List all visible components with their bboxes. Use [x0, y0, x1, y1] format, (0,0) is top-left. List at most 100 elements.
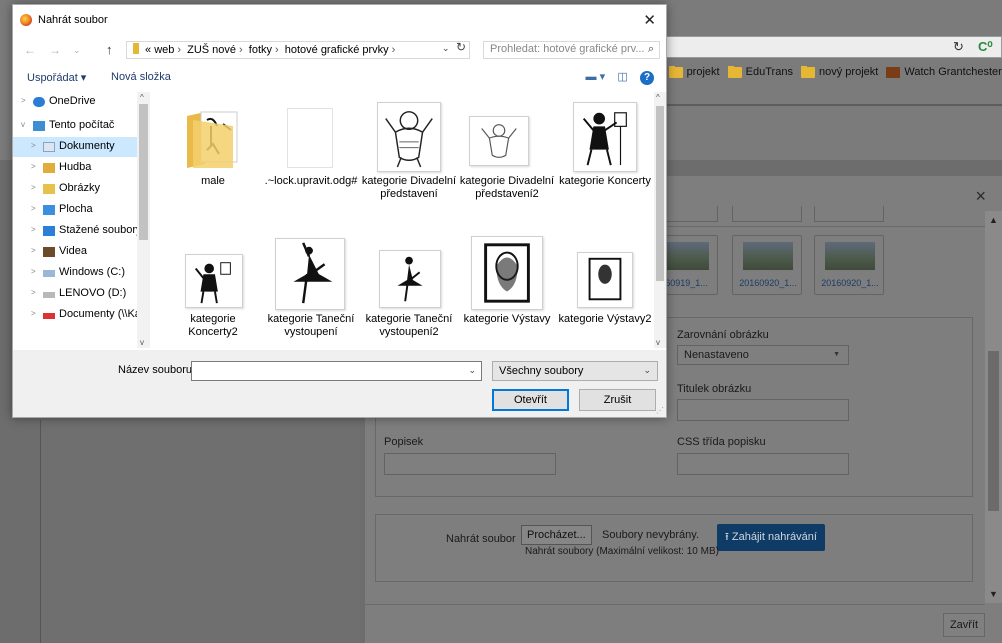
expand-chevron-icon[interactable]: >	[31, 204, 36, 213]
browse-button[interactable]: Procházet...	[521, 525, 592, 545]
cancel-button[interactable]: Zrušit	[579, 389, 656, 411]
caption-input[interactable]	[384, 453, 556, 475]
chevron-right-icon[interactable]: ›	[177, 44, 181, 56]
folder-icon	[187, 111, 238, 168]
caption-title-input[interactable]	[677, 399, 849, 421]
thumbnail-item[interactable]: 20160920_1...	[732, 235, 802, 295]
bookmark-item[interactable]: projekt	[668, 66, 720, 78]
file-item-folder[interactable]: male	[165, 92, 261, 214]
help-icon[interactable]: ?	[640, 71, 654, 85]
file-list-scrollbar[interactable]: ^ v	[654, 92, 666, 348]
align-select[interactable]: Nenastaveno ▼	[677, 345, 849, 365]
expand-chevron-icon[interactable]: >	[31, 267, 36, 276]
open-button[interactable]: Otevřít	[492, 389, 569, 411]
address-bar[interactable]: ↻ C⁰	[655, 36, 1002, 58]
file-item-image[interactable]: kategorie Koncerty2	[165, 230, 261, 348]
nav-item-documents[interactable]: > Dokumenty	[13, 137, 137, 157]
thumbnail-box[interactable]	[814, 206, 884, 222]
nav-item-this-pc[interactable]: v Tento počítač	[13, 116, 137, 136]
scroll-up-icon[interactable]: ▲	[989, 215, 998, 225]
preview-pane-icon[interactable]: ◫	[617, 71, 627, 83]
bookmark-item[interactable]: nový projekt	[801, 66, 878, 78]
breadcrumb-overflow[interactable]: «	[145, 44, 151, 56]
collapse-chevron-icon[interactable]: v	[21, 120, 25, 129]
folder-icon	[801, 66, 816, 78]
new-folder-button[interactable]: Nová složka	[111, 71, 171, 83]
scroll-up-icon[interactable]: ^	[140, 93, 144, 102]
breadcrumb-item[interactable]: hotové grafické prvky	[285, 44, 389, 56]
chevron-right-icon[interactable]: ›	[392, 44, 396, 56]
scroll-up-icon[interactable]: ^	[656, 93, 660, 102]
expand-chevron-icon[interactable]: >	[31, 288, 36, 297]
scrollbar-thumb[interactable]	[988, 351, 999, 511]
recent-locations-icon[interactable]: ⌄	[73, 45, 81, 56]
nav-item-network-drive[interactable]: > Documenty (\\Ka	[13, 305, 137, 325]
thumbnail-item[interactable]: 20160920_1...	[814, 235, 884, 295]
nav-item-drive-d[interactable]: > LENOVO (D:)	[13, 284, 137, 304]
bookmark-item[interactable]: Watch Grantchester S	[886, 66, 1002, 78]
file-item-image[interactable]: kategorie Taneční vystoupení2	[361, 230, 457, 348]
expand-chevron-icon[interactable]: >	[31, 162, 36, 171]
scrollbar-thumb[interactable]	[656, 106, 664, 281]
chevron-right-icon[interactable]: ›	[275, 44, 279, 56]
nav-item-desktop[interactable]: > Plocha	[13, 200, 137, 220]
breadcrumb-item[interactable]: ZUŠ nové	[187, 44, 236, 56]
expand-chevron-icon[interactable]: >	[31, 183, 36, 192]
forward-arrow-icon[interactable]: →	[49, 43, 61, 57]
breadcrumb[interactable]: « web › ZUŠ nové › fotky › hotové grafické …	[126, 41, 470, 59]
resize-grip-icon[interactable]: ⋰	[656, 406, 664, 415]
nav-scrollbar[interactable]: ^ v	[137, 92, 150, 348]
refresh-icon[interactable]: ↻	[456, 40, 466, 54]
back-arrow-icon[interactable]: ←	[24, 43, 36, 57]
scroll-down-icon[interactable]: v	[140, 338, 144, 347]
organize-menu[interactable]: Uspořádat ▾	[27, 71, 86, 84]
expand-chevron-icon[interactable]: >	[31, 141, 36, 150]
file-item-image[interactable]: kategorie Divadelní představení2	[459, 92, 555, 214]
up-arrow-icon[interactable]: ↑	[106, 42, 113, 57]
upload-label: Nahrát soubor	[446, 533, 516, 545]
file-item-lock[interactable]: .~lock.upravit.odg#	[263, 92, 359, 214]
file-item-image[interactable]: kategorie Výstavy2	[557, 230, 653, 348]
expand-chevron-icon[interactable]: >	[31, 309, 36, 318]
chevron-down-icon[interactable]: ⌄	[442, 43, 450, 54]
caption-css-input[interactable]	[677, 453, 849, 475]
file-item-image[interactable]: kategorie Koncerty	[557, 92, 653, 214]
scroll-down-icon[interactable]: v	[656, 338, 660, 347]
nav-item-drive-c[interactable]: > Windows (C:)	[13, 263, 137, 283]
breadcrumb-item[interactable]: fotky	[249, 44, 272, 56]
breadcrumb-item[interactable]: web	[154, 44, 174, 56]
close-icon[interactable]: ✕	[643, 11, 656, 29]
close-button[interactable]: Zavřít	[943, 613, 985, 637]
nav-item-pictures[interactable]: > Obrázky	[13, 179, 137, 199]
expand-chevron-icon[interactable]: >	[31, 225, 36, 234]
scroll-down-icon[interactable]: ▼	[989, 589, 998, 599]
nav-item-music[interactable]: > Hudba	[13, 158, 137, 178]
search-input[interactable]: Prohledat: hotové grafické prv... ⌕	[483, 41, 660, 59]
view-options-icon[interactable]: ▬ ▾	[586, 71, 606, 83]
chevron-down-icon[interactable]: ⌄	[468, 365, 476, 376]
modal-close-button[interactable]: ×	[975, 186, 986, 207]
nav-item-onedrive[interactable]: > OneDrive	[13, 92, 137, 112]
file-item-image[interactable]: kategorie Taneční vystoupení	[263, 230, 359, 348]
scrollbar-thumb[interactable]	[139, 104, 148, 240]
file-name: kategorie Výstavy2	[558, 313, 652, 325]
reload-icon[interactable]: ↻	[953, 39, 964, 55]
file-list: male .~lock.upravit.odg# kategorie Divad…	[157, 92, 654, 348]
file-item-image[interactable]: kategorie Výstavy	[459, 230, 555, 348]
expand-chevron-icon[interactable]: >	[21, 96, 26, 105]
filetype-select[interactable]: Všechny soubory ⌄	[492, 361, 658, 381]
drawing-thumbnail	[469, 116, 529, 166]
file-item-image[interactable]: kategorie Divadelní představení	[361, 92, 457, 214]
start-upload-button[interactable]: ⭱ Zahájit nahrávání	[717, 524, 825, 551]
filename-input[interactable]: ⌄	[191, 361, 482, 381]
nav-item-downloads[interactable]: > Stažené soubory	[13, 221, 137, 241]
nav-item-videos[interactable]: > Videa	[13, 242, 137, 262]
thumbnail-box[interactable]	[732, 206, 802, 222]
expand-chevron-icon[interactable]: >	[31, 246, 36, 255]
bookmark-item[interactable]: EduTrans	[727, 66, 793, 78]
chevron-right-icon[interactable]: ›	[239, 44, 243, 56]
modal-scrollbar[interactable]: ▲ ▼	[985, 211, 1002, 603]
nav-item-label: Obrázky	[59, 182, 100, 194]
dialog-titlebar[interactable]: Nahrát soubor ✕	[13, 5, 666, 35]
extension-icon[interactable]: C⁰	[978, 39, 993, 55]
